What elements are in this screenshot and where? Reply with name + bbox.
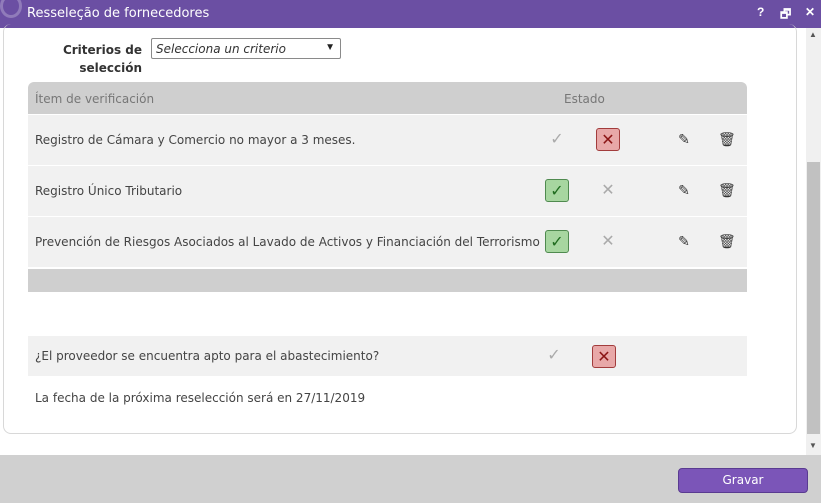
window-title: Resseleção de fornecedores [27,6,210,21]
reject-cross-icon[interactable]: ✕ [596,230,620,253]
close-button[interactable]: ✕ [805,5,815,19]
scroll-down-icon[interactable]: ▼ [809,441,817,450]
edit-icon[interactable]: ✎ [676,183,692,199]
row-item-text: Prevención de Riesgos Asociados al Lavad… [35,235,540,249]
header-state: Estado [564,92,605,106]
eligibility-question: ¿El proveedor se encuentra apto para el … [35,349,380,363]
table-row: Registro Único Tributario ✓ ✕ ✎ 🗑 [28,165,747,216]
reject-cross-icon[interactable]: ✕ [596,179,620,202]
scroll-up-icon[interactable]: ▲ [809,30,817,39]
next-reselection-date: La fecha de la próxima reselección será … [35,391,366,405]
delete-icon[interactable]: 🗑 [718,183,736,199]
supplier-eligibility-row: ¿El proveedor se encuentra apto para el … [28,336,747,376]
delete-icon[interactable]: 🗑 [718,234,736,250]
vertical-scrollbar[interactable]: ▲ ▼ [806,28,821,455]
edit-icon[interactable]: ✎ [676,132,692,148]
table-row: Registro de Cámara y Comercio no mayor a… [28,114,747,165]
table-row: Prevención de Riesgos Asociados al Lavad… [28,216,747,267]
save-button[interactable]: Gravar [678,468,808,493]
scrollbar-thumb[interactable] [807,162,820,434]
restore-button[interactable]: 🗗 [780,5,791,26]
approve-check-icon[interactable]: ✓ [545,128,569,151]
dropdown-arrow-icon: ▼ [325,42,335,53]
criteria-select-value: Selecciona un criterio [156,42,286,56]
help-button[interactable]: ? [757,5,764,19]
table-footer [28,267,747,292]
reject-cross-icon[interactable]: ✕ [596,128,620,151]
approve-check-icon[interactable]: ✓ [545,179,569,202]
row-item-text: Registro Único Tributario [35,184,183,198]
verification-table: Ítem de verificación Estado Registro de … [28,82,747,292]
row-item-text: Registro de Cámara y Comercio no mayor a… [35,133,356,147]
delete-icon[interactable]: 🗑 [718,132,736,148]
criteria-select[interactable]: Selecciona un criterio ▼ [151,38,341,59]
reject-cross-icon[interactable]: ✕ [592,345,616,368]
edit-icon[interactable]: ✎ [676,234,692,250]
footer-bar: Gravar [0,455,821,503]
app-logo-icon [0,0,22,18]
approve-check-icon[interactable]: ✓ [542,344,566,367]
criteria-label: Criterios de selección [62,43,142,75]
main-content: Criterios de selección Selecciona un cri… [0,24,806,455]
table-header: Ítem de verificación Estado [28,82,747,114]
header-item: Ítem de verificación [35,92,155,106]
approve-check-icon[interactable]: ✓ [545,230,569,253]
